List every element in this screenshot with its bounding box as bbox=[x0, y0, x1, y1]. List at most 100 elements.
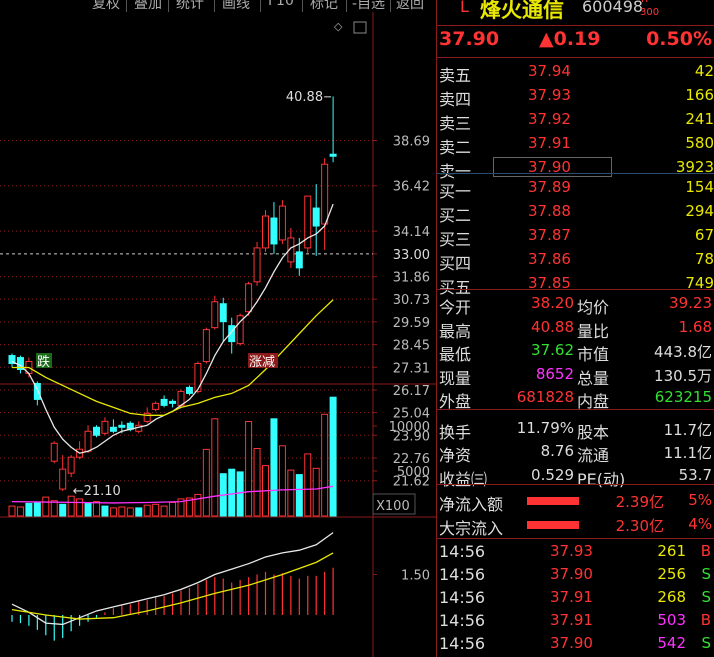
toolbar-stats[interactable]: 统计 bbox=[176, 0, 204, 12]
ask-volume: 241 bbox=[685, 110, 714, 128]
ask-price: 37.94 bbox=[528, 62, 571, 80]
stats-row: 净资 8.76 流通 11.1亿 bbox=[436, 441, 714, 465]
block-inflow-bar bbox=[527, 521, 579, 529]
chart-toolbar: 复权 叠加 统计 画线 F10 标记 -自选 返回 bbox=[0, 0, 435, 12]
volume-bar bbox=[126, 507, 134, 517]
toolbar-fuquan[interactable]: 复权 bbox=[92, 0, 120, 12]
price-tick-label: 33.00 bbox=[393, 248, 430, 263]
volume-bar bbox=[211, 418, 219, 517]
stat-value: 8.76 bbox=[540, 442, 574, 460]
price-change: ▲0.19 bbox=[539, 28, 601, 50]
candle-body bbox=[219, 303, 227, 323]
ask-label: 卖五 bbox=[439, 66, 472, 85]
panel-toggle-icon bbox=[353, 21, 367, 34]
candle bbox=[329, 96, 337, 163]
stats-row: 最低 37.62 市值 443.8亿 bbox=[436, 340, 714, 364]
tick-side: S bbox=[701, 634, 711, 652]
ask-price: 37.91 bbox=[528, 134, 571, 152]
candle-body bbox=[295, 251, 303, 269]
candle-body bbox=[202, 329, 210, 363]
bid-row[interactable]: 买二 37.88 294 bbox=[436, 201, 714, 225]
stat-label: 净资 bbox=[439, 446, 472, 465]
candle bbox=[50, 441, 58, 464]
toolbar-overlay[interactable]: 叠加 bbox=[134, 0, 162, 12]
ask-volume: 42 bbox=[694, 62, 714, 80]
stock-name[interactable]: 烽火通信 bbox=[480, 0, 564, 24]
stat-value: 8652 bbox=[535, 364, 574, 383]
volume-bar bbox=[59, 503, 67, 517]
toolbar-back[interactable]: 返回 bbox=[396, 0, 424, 12]
ask-row[interactable]: 卖三 37.92 241 bbox=[436, 109, 714, 133]
tick-side: B bbox=[700, 611, 711, 629]
tick-side: B bbox=[700, 542, 711, 560]
ask-row[interactable]: 卖二 37.91 580 bbox=[436, 133, 714, 157]
volume-bar bbox=[245, 421, 253, 517]
candle bbox=[202, 327, 210, 364]
tick-row: 14:56 37.91 268 S bbox=[436, 587, 714, 610]
macd-panel: 1.50 bbox=[11, 532, 430, 641]
bid-volume: 78 bbox=[694, 250, 714, 268]
volume-bar bbox=[312, 467, 320, 517]
tick-volume: 542 bbox=[657, 634, 686, 652]
tag-drop-text: 跌 bbox=[37, 354, 50, 370]
kline-chart[interactable]: ◇ 38.69 36.42 34.14 33.00 31.86 30.73 29.59 28.… bbox=[0, 12, 436, 657]
stats-row: 最高 40.88 量比 1.68 bbox=[436, 317, 714, 341]
stat-value: 443.8亿 bbox=[654, 343, 712, 361]
stat-label: 今开 bbox=[439, 298, 472, 317]
candle-body bbox=[160, 398, 168, 406]
toolbar-mark[interactable]: 标记 bbox=[310, 0, 338, 12]
volume-bar bbox=[304, 453, 312, 517]
ask-price: 37.93 bbox=[528, 86, 571, 104]
net-inflow-value: 2.39亿 bbox=[615, 493, 664, 511]
tick-price: 37.93 bbox=[550, 542, 593, 560]
price-axis: 38.69 36.42 34.14 33.00 31.86 30.73 29.59 28.45… bbox=[373, 135, 430, 490]
stats-row: 今开 38.20 均价 39.23 bbox=[436, 293, 714, 317]
ask-row[interactable]: 卖五 37.94 42 bbox=[436, 61, 714, 85]
volume-bar bbox=[152, 503, 160, 517]
stat-value: 38.20 bbox=[531, 294, 574, 312]
stat-value: 39.23 bbox=[669, 294, 712, 312]
candle-body bbox=[84, 430, 92, 452]
candle bbox=[160, 395, 168, 408]
candle-body bbox=[93, 426, 100, 436]
bid-row[interactable]: 买一 37.89 154 bbox=[436, 177, 714, 201]
ma5-line bbox=[11, 203, 334, 454]
price-tick-label: 31.86 bbox=[393, 271, 430, 286]
toolbar-f10[interactable]: F10 bbox=[268, 0, 294, 9]
candle-body bbox=[109, 426, 117, 432]
toolbar-draw[interactable]: 画线 bbox=[222, 0, 250, 12]
high-price-label: 40.88 bbox=[286, 90, 323, 105]
candle-body bbox=[185, 386, 193, 394]
candle bbox=[93, 425, 100, 438]
volume-bar bbox=[16, 506, 24, 517]
bid-volume: 154 bbox=[685, 178, 714, 196]
candle bbox=[304, 195, 312, 254]
volume-bar bbox=[25, 502, 33, 517]
toolbar-watchlist[interactable]: -自选 bbox=[352, 0, 385, 12]
tag-up-text: 涨减 bbox=[249, 355, 275, 370]
ask-row[interactable]: 卖四 37.93 166 bbox=[436, 85, 714, 109]
bid-price: 37.89 bbox=[528, 178, 571, 196]
candle-body bbox=[194, 363, 202, 392]
block-inflow-pct: 4% bbox=[688, 515, 712, 533]
tick-price: 37.90 bbox=[550, 565, 593, 583]
ask-label: 卖三 bbox=[439, 114, 472, 133]
candle-body bbox=[329, 153, 337, 157]
stat-label: 最低 bbox=[439, 345, 472, 364]
volume-bar bbox=[135, 507, 143, 517]
stats-row: 换手 11.79% 股本 11.7亿 bbox=[436, 418, 714, 442]
chart-frame: ◇ bbox=[0, 12, 436, 657]
bid-price: 37.88 bbox=[528, 202, 571, 220]
tick-volume: 503 bbox=[657, 611, 686, 629]
tick-price: 37.91 bbox=[550, 611, 593, 629]
volume-bar bbox=[109, 507, 117, 517]
stat-value: 623215 bbox=[654, 388, 712, 406]
stat-label: PE(动) bbox=[577, 469, 626, 489]
bid-row[interactable]: 买四 37.86 78 bbox=[436, 249, 714, 273]
price-tick-label: 34.14 bbox=[393, 225, 430, 240]
low-price-label: ←21.10 bbox=[73, 484, 121, 499]
volume-bar bbox=[329, 396, 337, 517]
stat-label: 量比 bbox=[577, 321, 610, 341]
bid-row[interactable]: 买三 37.87 67 bbox=[436, 225, 714, 249]
volume-bar bbox=[194, 493, 202, 517]
